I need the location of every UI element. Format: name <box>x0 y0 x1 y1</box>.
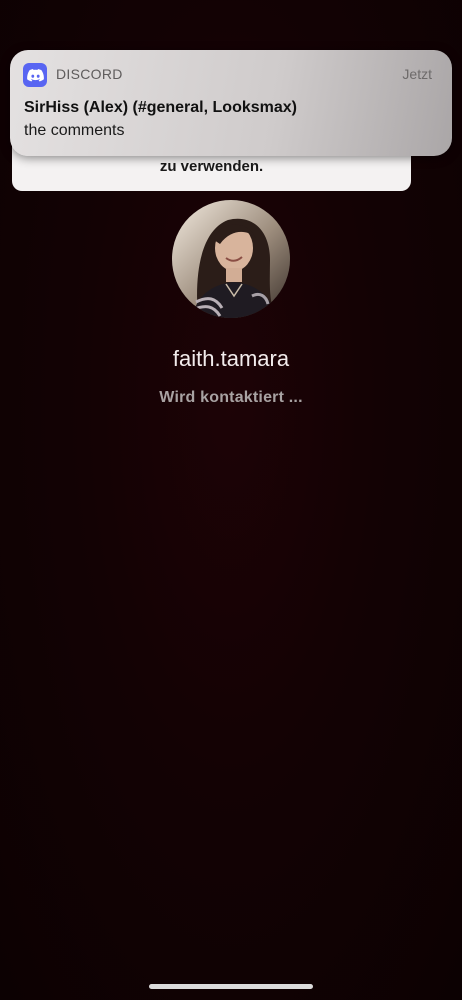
home-indicator[interactable] <box>149 984 313 989</box>
call-status: Wird kontaktiert ... <box>159 389 303 406</box>
notification-body: the comments <box>24 122 125 139</box>
notification-title: SirHiss (Alex) (#general, Looksmax) <box>24 99 297 116</box>
contact-name: faith.tamara <box>172 346 290 371</box>
discord-logo-icon <box>23 63 47 87</box>
background-banner-text: zu verwenden. <box>159 158 264 175</box>
notification-time: Jetzt <box>402 66 432 82</box>
notification-app-name: DISCORD <box>56 66 123 82</box>
contact-avatar <box>172 200 290 318</box>
discord-notification[interactable]: DISCORD Jetzt SirHiss (Alex) (#general, … <box>10 50 452 156</box>
